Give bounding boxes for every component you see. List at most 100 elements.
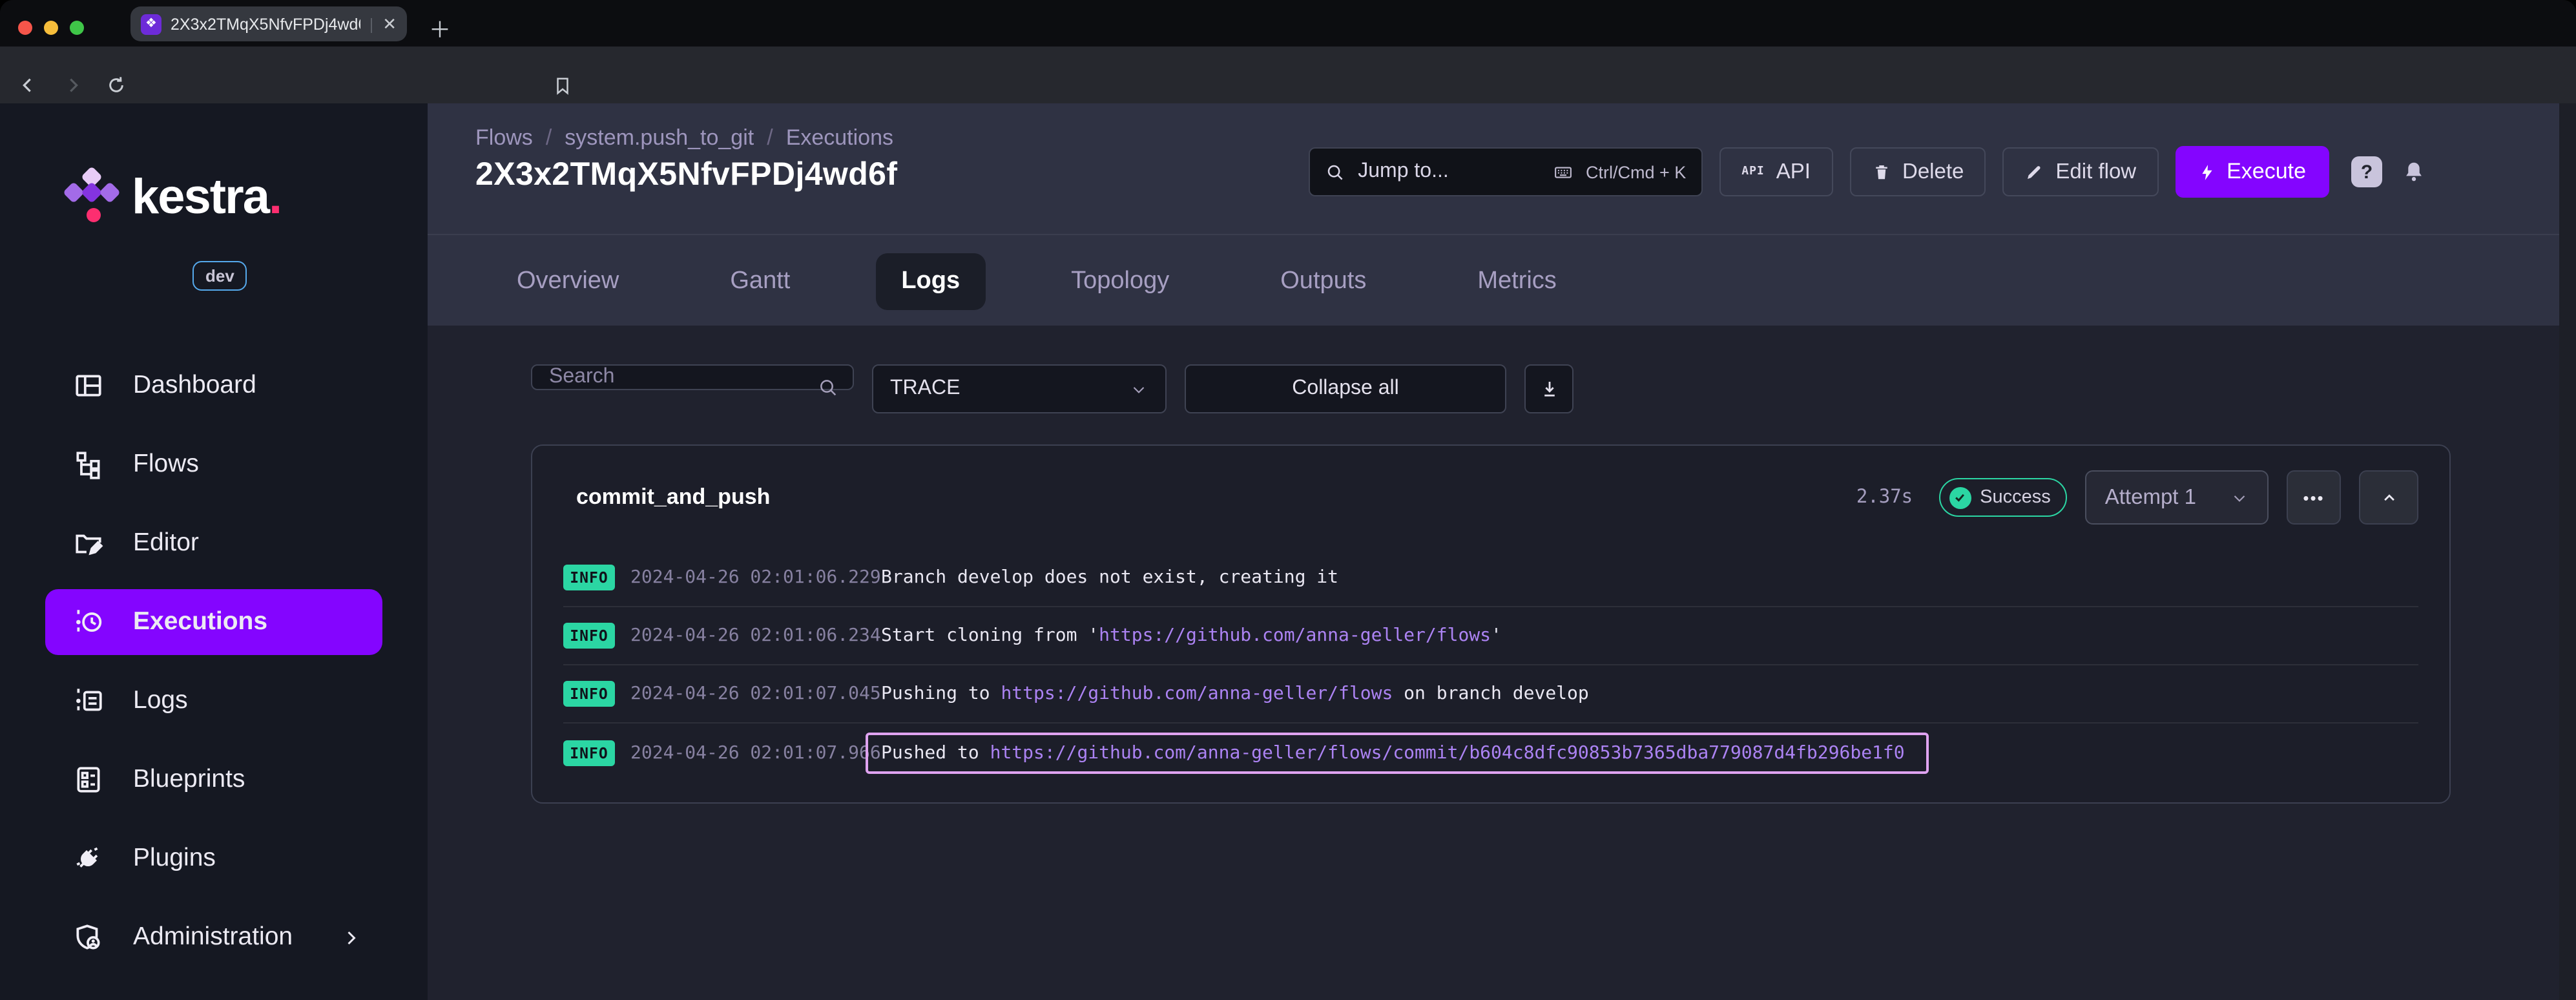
sidebar-item-editor[interactable]: Editor [0, 504, 428, 583]
reload-icon[interactable] [106, 75, 127, 96]
log-timestamp: 2024-04-26 02:01:06.229 [630, 567, 881, 588]
log-filters: TRACE Collapse all [531, 364, 1574, 413]
brand-dot: . [268, 171, 282, 225]
log-level-badge: INFO [563, 565, 615, 590]
tab-logs[interactable]: Logs [875, 253, 986, 309]
tab-gantt[interactable]: Gantt [704, 253, 816, 309]
tab-separator: | [369, 15, 374, 33]
status-badge: Success [1938, 478, 2068, 517]
breadcrumb-item[interactable]: system.push_to_git [565, 125, 754, 151]
log-text: Start cloning from ' [881, 625, 1099, 646]
sidebar-item-plugins[interactable]: Plugins [0, 819, 428, 898]
sidebar-item-blueprints[interactable]: Blueprints [0, 740, 428, 819]
breadcrumb-separator: / [545, 125, 552, 150]
log-message: Start cloning from 'https://github.com/a… [881, 625, 1502, 646]
forward-icon[interactable] [62, 75, 83, 96]
brand-name: kestra [132, 171, 270, 225]
browser-tab-strip: ❖ 2X3x2TMqX5NfvFPDj4wd6f | ✕ ＋ [0, 0, 2576, 47]
editor-icon [72, 527, 105, 559]
sidebar-item-label: Administration [133, 922, 293, 951]
tab-metrics[interactable]: Metrics [1451, 253, 1582, 309]
task-log-panel: commit_and_push 2.37s Success Attempt 1 … [531, 444, 2451, 804]
download-icon [1538, 378, 1560, 400]
sidebar-item-flows[interactable]: Flows [0, 425, 428, 504]
administration-icon [72, 921, 105, 953]
sidebar-item-label: Logs [133, 686, 188, 714]
sidebar-item-label: Plugins [133, 844, 216, 872]
sidebar-item-dashboard[interactable]: Dashboard [0, 346, 428, 425]
log-text: ' [1491, 625, 1502, 646]
sidebar-item-administration[interactable]: Administration [0, 898, 428, 977]
chevron-down-icon [1129, 379, 1148, 399]
kestra-logo-icon [62, 166, 121, 227]
attempt-select[interactable]: Attempt 1 [2085, 470, 2269, 525]
page-title: 2X3x2TMqX5NfvFPDj4wd6f [475, 156, 898, 193]
tab-outputs[interactable]: Outputs [1254, 253, 1392, 309]
sidebar-item-label: Dashboard [133, 371, 256, 399]
back-icon[interactable] [18, 75, 39, 96]
trash-icon [1871, 161, 1891, 182]
chevron-down-icon [2230, 488, 2249, 507]
log-link[interactable]: https://github.com/anna-geller/flows [1099, 625, 1491, 646]
api-button[interactable]: API API [1719, 147, 1833, 196]
minimize-window-button[interactable] [44, 21, 58, 35]
chevron-right-icon [340, 926, 363, 949]
log-row: INFO 2024-04-26 02:01:06.229 Branch develo… [563, 549, 2418, 607]
log-level-select[interactable]: TRACE [872, 364, 1167, 413]
sidebar-item-label: Editor [133, 528, 199, 557]
delete-button[interactable]: Delete [1849, 147, 1986, 196]
task-name: commit_and_push [576, 484, 771, 509]
task-duration: 2.37s [1856, 487, 1913, 508]
sidebar-item-executions[interactable]: Executions [0, 583, 428, 661]
sidebar-item-label: Executions [133, 607, 268, 636]
plugins-icon [72, 842, 105, 875]
keyboard-icon [1552, 162, 1575, 182]
notifications-bell-icon[interactable] [2402, 159, 2426, 185]
close-window-button[interactable] [18, 21, 32, 35]
close-tab-icon[interactable]: ✕ [382, 14, 397, 34]
log-timestamp: 2024-04-26 02:01:07.966 [630, 742, 881, 763]
log-message: Pushing to https://github.com/anna-gelle… [881, 683, 1589, 704]
kestra-app: kestra. dev Dashboard Flows Editor Executio… [0, 103, 2576, 1000]
sidebar: kestra. dev Dashboard Flows Editor Executio… [0, 103, 428, 1000]
browser-tab[interactable]: ❖ 2X3x2TMqX5NfvFPDj4wd6f | ✕ [130, 6, 407, 41]
collapse-panel-button[interactable] [2359, 470, 2418, 525]
tab-overview[interactable]: Overview [491, 253, 645, 309]
download-logs-button[interactable] [1524, 364, 1574, 413]
breadcrumb-item[interactable]: Flows [475, 125, 533, 151]
log-level-badge: INFO [563, 740, 615, 766]
dashboard-icon [72, 370, 105, 402]
logs-icon [72, 685, 105, 717]
scrollbar-track[interactable] [2559, 103, 2576, 1000]
tab-topology[interactable]: Topology [1045, 253, 1195, 309]
search-icon [1325, 162, 1345, 182]
log-message-highlighted: Pushed to https://github.com/anna-geller… [866, 732, 1929, 773]
maximize-window-button[interactable] [70, 21, 84, 35]
jump-to-search[interactable]: Jump to... Ctrl/Cmd + K [1309, 147, 1703, 196]
kestra-logo[interactable]: kestra. [62, 166, 282, 227]
breadcrumb-item[interactable]: Executions [786, 125, 893, 151]
log-link[interactable]: https://github.com/anna-geller/flows [1001, 683, 1393, 704]
sidebar-item-label: Flows [133, 450, 199, 478]
edit-flow-button[interactable]: Edit flow [2002, 147, 2159, 196]
new-tab-button[interactable]: ＋ [429, 12, 451, 44]
chevron-up-icon [2379, 488, 2398, 507]
search-input[interactable] [531, 364, 854, 390]
log-level-badge: INFO [563, 623, 615, 649]
bookmark-icon[interactable] [553, 75, 572, 97]
more-options-button[interactable]: ••• [2287, 470, 2341, 525]
collapse-all-button[interactable]: Collapse all [1185, 364, 1506, 413]
pencil-icon [2024, 162, 2044, 182]
sidebar-item-logs[interactable]: Logs [0, 661, 428, 740]
log-link[interactable]: https://github.com/anna-geller/flows/com… [990, 742, 1905, 763]
page-header: Flows / system.push_to_git / Executions 2X3x… [428, 103, 2559, 234]
log-timestamp: 2024-04-26 02:01:07.045 [630, 683, 881, 704]
breadcrumb: Flows / system.push_to_git / Executions [475, 125, 893, 151]
attempt-value: Attempt 1 [2104, 485, 2196, 508]
log-row: INFO 2024-04-26 02:01:07.045 Pushing to ht… [563, 665, 2418, 724]
execute-button[interactable]: Execute [2175, 146, 2329, 198]
kestra-favicon-icon: ❖ [141, 14, 161, 34]
log-row: INFO 2024-04-26 02:01:07.966 Pushed to htt… [563, 724, 2418, 782]
flows-icon [72, 448, 105, 481]
help-button[interactable]: ? [2351, 156, 2382, 187]
